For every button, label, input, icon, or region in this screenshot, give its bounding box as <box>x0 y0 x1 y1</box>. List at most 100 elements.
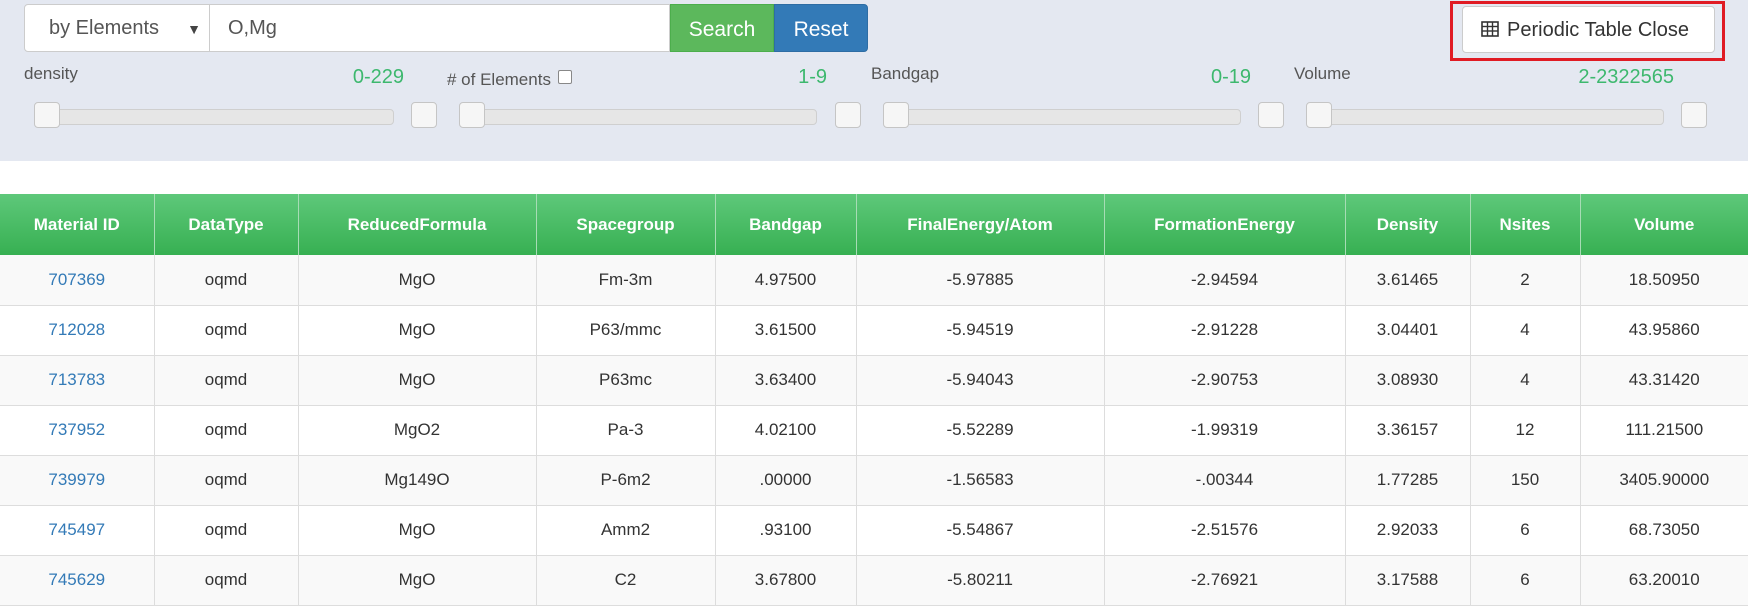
table-cell: 12 <box>1470 405 1581 456</box>
volume-filter: Volume 2-2322565 <box>1294 62 1707 132</box>
column-header[interactable]: Bandgap <box>715 194 857 255</box>
table-row[interactable]: 737952 oqmd MgO2 Pa-3 4.02100 -5.52289 -1.9931… <box>0 405 1748 456</box>
search-button[interactable]: Search <box>670 4 774 52</box>
elements-max-handle[interactable] <box>835 102 861 128</box>
bandgap-filter: Bandgap 0-19 <box>871 62 1284 132</box>
table-cell: -2.91228 <box>1104 305 1346 356</box>
table-cell: Amm2 <box>536 505 716 556</box>
column-header[interactable]: Material ID <box>0 194 155 255</box>
elements-min-handle[interactable] <box>459 102 485 128</box>
table-cell: 745497 <box>0 505 155 556</box>
table-cell: 4 <box>1470 355 1581 406</box>
material-id-link[interactable]: 712028 <box>48 320 105 339</box>
table-cell: MgO <box>298 355 537 406</box>
material-id-link[interactable]: 745497 <box>48 520 105 539</box>
bandgap-min-handle[interactable] <box>883 102 909 128</box>
table-cell: 3.04401 <box>1345 305 1471 356</box>
table-cell: P63/mmc <box>536 305 716 356</box>
column-header[interactable]: Density <box>1345 194 1471 255</box>
elements-slider-track[interactable] <box>459 109 817 125</box>
column-header[interactable]: Volume <box>1580 194 1748 255</box>
column-header[interactable]: ReducedFormula <box>298 194 537 255</box>
table-cell: -.00344 <box>1104 455 1346 506</box>
density-slider-track[interactable] <box>36 109 394 125</box>
bandgap-max-handle[interactable] <box>1258 102 1284 128</box>
table-cell: 4 <box>1470 305 1581 356</box>
search-mode-value: by Elements <box>49 17 160 39</box>
table-cell: -5.94519 <box>856 305 1105 356</box>
table-cell: -5.94043 <box>856 355 1105 406</box>
table-row[interactable]: 739979 oqmd Mg149O P-6m2.00000 -1.56583 -.003… <box>0 455 1748 506</box>
density-min-handle[interactable] <box>34 102 60 128</box>
material-id-link[interactable]: 713783 <box>48 370 105 389</box>
bandgap-label: Bandgap <box>871 64 940 83</box>
periodic-table-label: Periodic Table Close <box>1507 19 1689 41</box>
table-cell: -2.94594 <box>1104 255 1346 306</box>
table-header: Material ID DataType ReducedFormula Spacegr… <box>0 194 1748 255</box>
table-row[interactable]: 745629 oqmd MgO C2 3.67800 -5.80211 -2.76921 3.… <box>0 555 1748 606</box>
table-cell: MgO2 <box>298 405 537 456</box>
table-cell: 3.63400 <box>715 355 857 406</box>
table-cell: oqmd <box>154 555 299 606</box>
table-cell: oqmd <box>154 505 299 556</box>
table-cell: -2.90753 <box>1104 355 1346 406</box>
table-cell: oqmd <box>154 355 299 406</box>
table-cell: -2.51576 <box>1104 505 1346 556</box>
caret-down-icon: ▼ <box>187 21 201 37</box>
table-cell: MgO <box>298 555 537 606</box>
table-cell: -5.80211 <box>856 555 1105 606</box>
table-cell: P-6m2 <box>536 455 716 506</box>
elements-filter: # of Elements 1-9 <box>447 62 861 132</box>
volume-max-handle[interactable] <box>1681 102 1707 128</box>
table-row[interactable]: 707369 oqmd MgO Fm-3m 4.97500 -5.97885 -2.9459… <box>0 255 1748 306</box>
table-cell: 2 <box>1470 255 1581 306</box>
table-cell: -5.52289 <box>856 405 1105 456</box>
column-header[interactable]: Spacegroup <box>536 194 716 255</box>
table-cell: 739979 <box>0 455 155 506</box>
table-cell: 713783 <box>0 355 155 406</box>
bandgap-slider-track[interactable] <box>883 109 1241 125</box>
periodic-table-button[interactable]: Periodic Table Close <box>1462 6 1715 53</box>
table-cell: 4.97500 <box>715 255 857 306</box>
table-cell: 43.31420 <box>1580 355 1748 406</box>
table-cell: MgO <box>298 305 537 356</box>
search-mode-select[interactable]: by Elements ▼ <box>24 4 210 52</box>
column-header[interactable]: FinalEnergy/Atom <box>856 194 1105 255</box>
table-cell: oqmd <box>154 455 299 506</box>
table-row[interactable]: 712028 oqmd MgO P63/mmc 3.61500 -5.94519 -2.91… <box>0 305 1748 356</box>
table-cell: 707369 <box>0 255 155 306</box>
table-cell: Fm-3m <box>536 255 716 306</box>
table-cell: -2.76921 <box>1104 555 1346 606</box>
table-cell: 18.50950 <box>1580 255 1748 306</box>
table-cell: 3.67800 <box>715 555 857 606</box>
table-row[interactable]: 745497 oqmd MgO Amm2.93100 -5.54867 -2.51576 2… <box>0 505 1748 556</box>
material-id-link[interactable]: 739979 <box>48 470 105 489</box>
column-header[interactable]: Nsites <box>1470 194 1581 255</box>
table-cell: 111.21500 <box>1580 405 1748 456</box>
volume-min-handle[interactable] <box>1306 102 1332 128</box>
table-row[interactable]: 713783 oqmd MgO P63mc 3.63400 -5.94043 -2.9075… <box>0 355 1748 406</box>
search-input[interactable]: O,Mg <box>210 4 670 52</box>
column-header[interactable]: FormationEnergy <box>1104 194 1346 255</box>
material-id-link[interactable]: 707369 <box>48 270 105 289</box>
material-id-link[interactable]: 737952 <box>48 420 105 439</box>
table-cell: 3.61465 <box>1345 255 1471 306</box>
volume-slider-track[interactable] <box>1306 109 1664 125</box>
density-max-handle[interactable] <box>411 102 437 128</box>
table-cell: -5.97885 <box>856 255 1105 306</box>
table-cell: 68.73050 <box>1580 505 1748 556</box>
column-header[interactable]: DataType <box>154 194 299 255</box>
material-id-link[interactable]: 745629 <box>48 570 105 589</box>
table-cell: 3405.90000 <box>1580 455 1748 506</box>
volume-label: Volume <box>1294 64 1351 83</box>
reset-button[interactable]: Reset <box>774 4 868 52</box>
search-panel: by Elements ▼ O,Mg Search Reset Periodic… <box>0 0 1748 161</box>
table-cell: .00000 <box>715 455 857 506</box>
table-cell: oqmd <box>154 255 299 306</box>
table-icon <box>1481 21 1499 37</box>
elements-checkbox[interactable] <box>557 70 572 84</box>
table-cell: 3.61500 <box>715 305 857 356</box>
table-cell: 3.36157 <box>1345 405 1471 456</box>
elements-label: # of Elements <box>447 70 551 89</box>
table-cell: oqmd <box>154 305 299 356</box>
